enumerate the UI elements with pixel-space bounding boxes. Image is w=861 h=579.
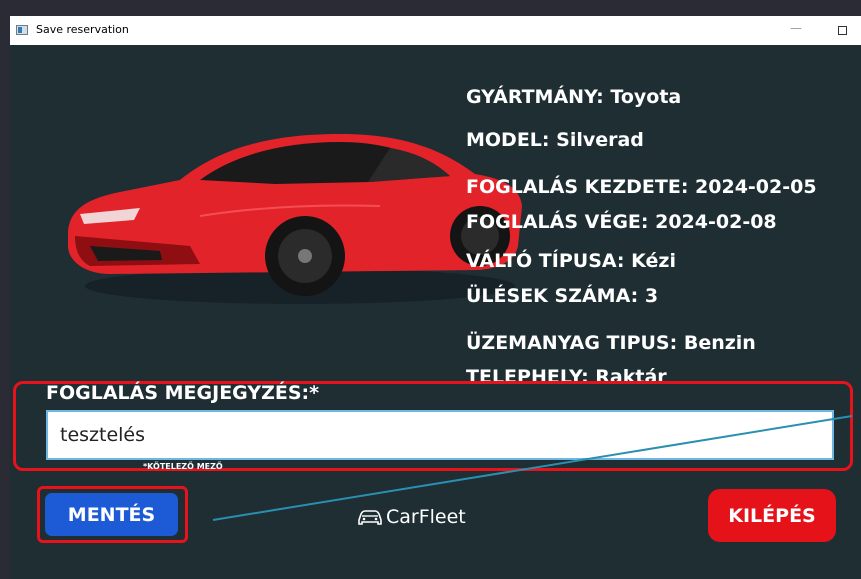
save-reservation-window: Save reservation — GYÁRTMÁNY: Toyota MOD…: [10, 16, 861, 579]
annotation-line: [212, 415, 853, 521]
